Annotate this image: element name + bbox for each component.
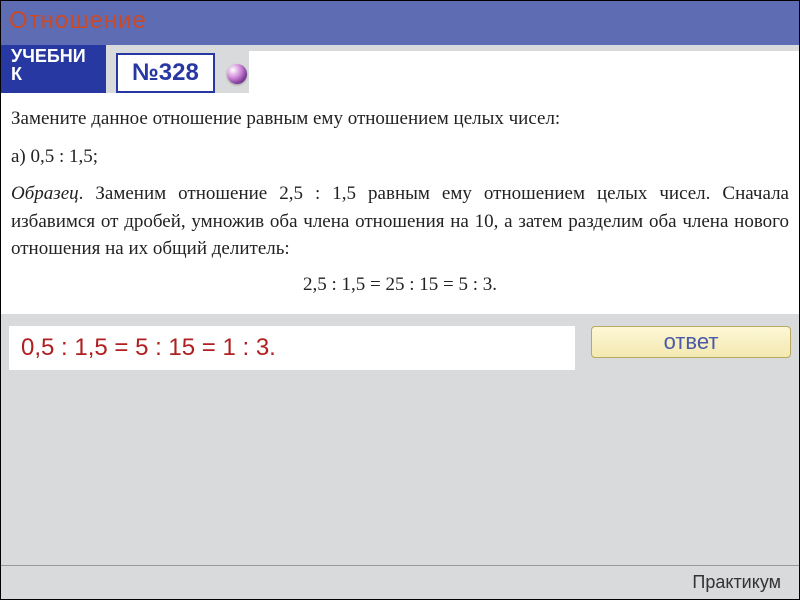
page-title: Отношение xyxy=(9,7,791,35)
header-bar: Отношение xyxy=(1,1,799,45)
problem-intro: Замените данное отношение равным ему отн… xyxy=(11,105,789,133)
toolbar: УЧЕБНИК №328 xyxy=(1,45,799,93)
example-formula: 2,5 : 1,5 = 25 : 15 = 5 : 3. xyxy=(11,271,789,299)
problem-block: Замените данное отношение равным ему отн… xyxy=(1,93,799,314)
textbook-tab[interactable]: УЧЕБНИК xyxy=(1,45,106,93)
example-body: . Заменим отношение 2,5 : 1,5 равным ему… xyxy=(11,183,789,259)
footer: Практикум xyxy=(1,565,799,599)
footer-label: Практикум xyxy=(692,572,781,592)
orb-icon[interactable] xyxy=(227,64,247,84)
example-text: Образец. Заменим отношение 2,5 : 1,5 рав… xyxy=(11,180,789,263)
problem-number-box: №328 xyxy=(116,53,215,93)
example-label: Образец xyxy=(11,183,79,204)
toolbar-input-strip xyxy=(249,51,799,93)
answer-row: 0,5 : 1,5 = 5 : 15 = 1 : 3. ответ xyxy=(1,326,799,370)
problem-item-a: а) 0,5 : 1,5; xyxy=(11,143,789,171)
answer-text: 0,5 : 1,5 = 5 : 15 = 1 : 3. xyxy=(9,326,575,370)
answer-button[interactable]: ответ xyxy=(591,326,791,358)
